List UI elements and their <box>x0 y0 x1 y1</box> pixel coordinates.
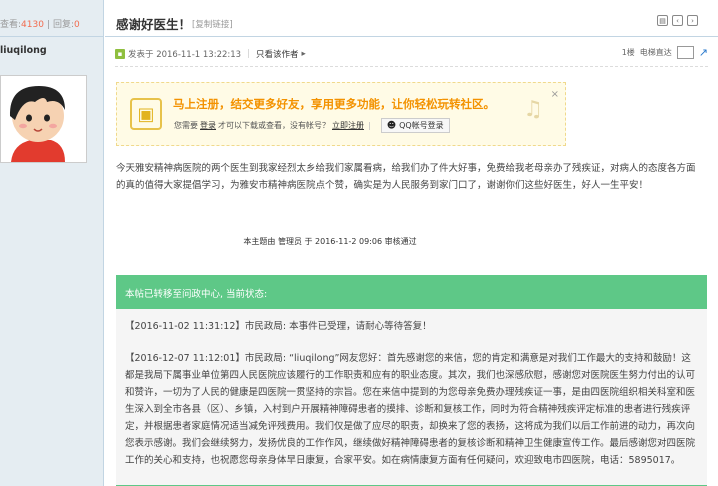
post-main: 感谢好医生！ [复制链接] ▤ ‹ › ▪ 发表于 2016-11-1 13:2… <box>105 0 718 486</box>
gov-status-panel: 本帖已转移至问政中心, 当前状态: 【2016-11-02 11:31:12】市… <box>116 275 707 486</box>
moderation-note: 本主题由 管理员 于 2016-11-2 09:06 审核通过 <box>243 237 417 246</box>
register-prefix: 您需要 <box>174 121 198 130</box>
qq-login-button[interactable]: ☻ QQ帐号登录 <box>380 118 450 133</box>
status-header: 本帖已转移至问政中心, 当前状态: <box>116 275 707 309</box>
thread-tools: ▤ ‹ › <box>657 15 698 26</box>
jump-label: 电梯直达 <box>639 48 672 57</box>
register-lock-icon: ▣ <box>130 98 162 130</box>
author-sidebar: 查看:4130 | 回复:0 liuqilong <box>0 0 104 486</box>
author-username[interactable]: liuqilong <box>0 37 103 64</box>
post-body: 今天雅安精神病医院的两个医生到我家经烈太乡给我们家属看病，给我们办了件大好事，免… <box>116 163 696 191</box>
login-link[interactable]: 登录 <box>200 120 216 131</box>
prev-thread-icon[interactable]: ‹ <box>672 15 683 26</box>
music-note-icon: ♫ <box>523 97 543 122</box>
qq-penguin-icon: ☻ <box>386 120 397 131</box>
views-label: 查看: <box>0 20 22 30</box>
avatar[interactable] <box>0 75 87 163</box>
views-count: 4130 <box>21 20 44 30</box>
author-only-link[interactable]: 只看该作者 <box>256 48 299 60</box>
post-time: 发表于 2016-11-1 13:22:13 <box>128 50 242 60</box>
floor-jump-input[interactable] <box>676 46 694 59</box>
register-middle: 才可以下载或查看，没有帐号？ <box>218 121 330 130</box>
copy-link[interactable]: [复制链接] <box>192 18 233 30</box>
register-headline: 马上注册，结交更多好友，享用更多功能，让你轻松玩转社区。 <box>173 97 495 111</box>
status-reply-1: 【2016-11-02 11:31:12】市民政局: 本事件已受理，请耐心等待答… <box>125 321 432 332</box>
register-link[interactable]: 立即注册 <box>332 120 364 131</box>
print-icon[interactable]: ▤ <box>657 15 668 26</box>
post-online-icon: ▪ <box>115 49 125 59</box>
status-reply-2: 【2016-12-07 11:12:01】市民政局: “liuqilong”网友… <box>125 353 696 466</box>
replies-count: 0 <box>74 20 80 30</box>
close-icon[interactable]: × <box>551 89 559 100</box>
next-thread-icon[interactable]: › <box>687 15 698 26</box>
register-prompt: ▣ 马上注册，结交更多好友，享用更多功能，让你轻松玩转社区。 您需要 登录 才可… <box>116 82 566 146</box>
post-meta: ▪ 发表于 2016-11-1 13:22:13 | 只看该作者 ▸ 1楼 电梯… <box>115 37 708 67</box>
floor-number: 1楼 <box>621 48 635 57</box>
thread-title: 感谢好医生！ <box>116 17 192 32</box>
thread-stats: 查看:4130 | 回复:0 <box>0 0 103 37</box>
replies-label: 回复: <box>53 20 75 30</box>
arrow-right-icon: ▸ <box>301 49 306 59</box>
avatar-cartoon-girl-icon <box>1 76 86 162</box>
jump-go-icon[interactable]: ↗ <box>699 46 708 59</box>
thread-header: 感谢好医生！ [复制链接] ▤ ‹ › <box>105 0 718 37</box>
qq-login-label: QQ帐号登录 <box>399 121 444 130</box>
